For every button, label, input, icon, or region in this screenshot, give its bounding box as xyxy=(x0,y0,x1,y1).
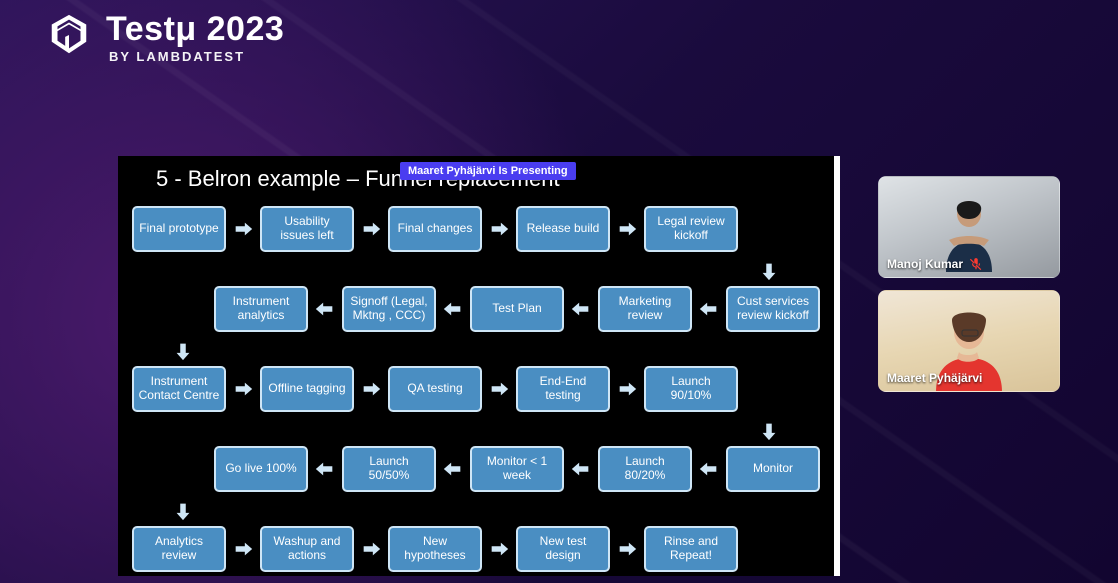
flow-row: Instrument Contact Centre Offline tagging… xyxy=(132,362,820,416)
event-subtitle: BY LAMBDATEST xyxy=(109,50,284,63)
flow-box: Offline tagging xyxy=(260,366,354,412)
participant-panel: Manoj Kumar Maaret Pyhäjärvi xyxy=(878,176,1060,392)
flow-box: Test Plan xyxy=(470,286,564,332)
arrow-down-icon xyxy=(758,420,780,442)
flow-box: Analytics review xyxy=(132,526,226,572)
arrow-right-icon xyxy=(616,378,638,400)
arrow-right-icon xyxy=(360,538,382,560)
flow-box: New hypotheses xyxy=(388,526,482,572)
flow-box: Launch 50/50% xyxy=(342,446,436,492)
event-title: Testμ 2023 xyxy=(106,12,284,46)
presentation-slide: 5 - Belron example – Funnel replacement … xyxy=(118,156,840,576)
arrow-down-icon xyxy=(172,340,194,362)
flow-box: New test design xyxy=(516,526,610,572)
arrow-right-icon xyxy=(488,378,510,400)
flow-row: Analytics review Washup and actions New hy… xyxy=(132,522,820,576)
arrow-right-icon xyxy=(360,378,382,400)
flow-box: Usability issues left xyxy=(260,206,354,252)
flow-box: Go live 100% xyxy=(214,446,308,492)
flow-connector xyxy=(132,500,820,518)
flow-box: End-End testing xyxy=(516,366,610,412)
flow-connector xyxy=(132,340,820,358)
arrow-right-icon xyxy=(616,218,638,240)
arrow-down-icon xyxy=(758,260,780,282)
flow-box: Monitor xyxy=(726,446,820,492)
arrow-right-icon xyxy=(232,378,254,400)
flow-box: Final prototype xyxy=(132,206,226,252)
flow-box: Marketing review xyxy=(598,286,692,332)
arrow-left-icon xyxy=(570,458,592,480)
flow-box: Legal review kickoff xyxy=(644,206,738,252)
flow-box: Cust services review kickoff xyxy=(726,286,820,332)
flow-row: Final prototype Usability issues left Fina… xyxy=(132,202,820,256)
flow-box: Rinse and Repeat! xyxy=(644,526,738,572)
flow-box: Washup and actions xyxy=(260,526,354,572)
flow-connector xyxy=(132,420,820,438)
arrow-left-icon xyxy=(442,298,464,320)
flow-box: Launch 80/20% xyxy=(598,446,692,492)
presenting-badge: Maaret Pyhäjärvi Is Presenting xyxy=(400,162,576,180)
participant-name: Manoj Kumar xyxy=(887,257,963,271)
arrow-right-icon xyxy=(232,538,254,560)
flow-box: QA testing xyxy=(388,366,482,412)
event-header: Testμ 2023 BY LAMBDATEST xyxy=(46,12,284,63)
flow-box: Monitor < 1 week xyxy=(470,446,564,492)
flow-box: Release build xyxy=(516,206,610,252)
participant-tile[interactable]: Manoj Kumar xyxy=(878,176,1060,278)
arrow-right-icon xyxy=(488,538,510,560)
arrow-left-icon xyxy=(314,458,336,480)
arrow-left-icon xyxy=(442,458,464,480)
flow-row: Cust services review kickoff Marketing re… xyxy=(132,282,820,336)
arrow-left-icon xyxy=(314,298,336,320)
flowchart: Final prototype Usability issues left Fina… xyxy=(132,202,820,576)
flow-box: Signoff (Legal, Mktng , CCC) xyxy=(342,286,436,332)
arrow-left-icon xyxy=(698,298,720,320)
arrow-right-icon xyxy=(232,218,254,240)
arrow-left-icon xyxy=(698,458,720,480)
flow-box: Final changes xyxy=(388,206,482,252)
flow-connector xyxy=(132,260,820,278)
flow-box: Instrument Contact Centre xyxy=(132,366,226,412)
lambdatest-logo-icon xyxy=(46,12,92,58)
mic-muted-icon xyxy=(969,257,983,271)
arrow-right-icon xyxy=(360,218,382,240)
flow-row: Monitor Launch 80/20% Monitor < 1 week Laun… xyxy=(132,442,820,496)
flow-box: Launch 90/10% xyxy=(644,366,738,412)
arrow-right-icon xyxy=(616,538,638,560)
arrow-right-icon xyxy=(488,218,510,240)
participant-name: Maaret Pyhäjärvi xyxy=(887,371,982,385)
participant-tile[interactable]: Maaret Pyhäjärvi xyxy=(878,290,1060,392)
arrow-left-icon xyxy=(570,298,592,320)
flow-box: Instrument analytics xyxy=(214,286,308,332)
arrow-down-icon xyxy=(172,500,194,522)
